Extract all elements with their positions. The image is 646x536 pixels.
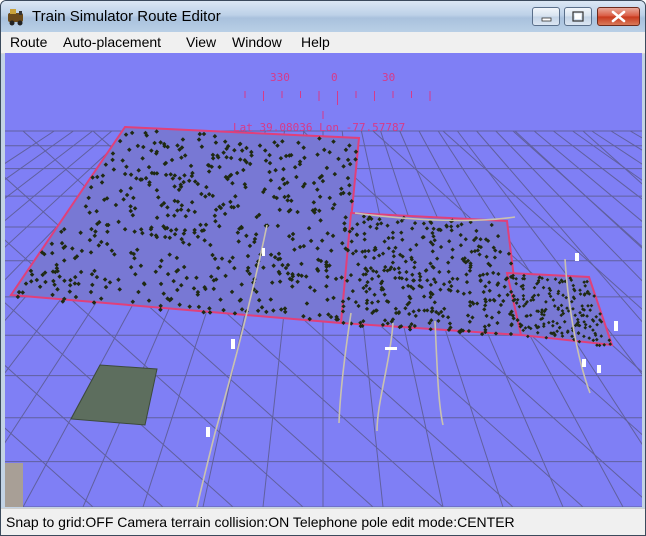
- route-editor-window: Train Simulator Route Editor Route Auto-…: [0, 0, 646, 536]
- compass-tick-330: 330: [270, 71, 290, 84]
- grid-line: [5, 130, 93, 199]
- marker: [262, 248, 265, 256]
- menu-window[interactable]: Window: [232, 34, 282, 50]
- minimize-button[interactable]: [532, 7, 560, 26]
- track-2: [338, 312, 352, 424]
- marker: [582, 359, 586, 367]
- marker: [575, 253, 579, 261]
- menu-bar: Route Auto-placement View Window Help: [1, 32, 645, 54]
- track-4: [434, 320, 444, 426]
- maximize-icon: [572, 11, 584, 22]
- status-bar: Snap to grid:OFF Camera terrain collisio…: [1, 508, 645, 535]
- compass-tick-30: 30: [382, 71, 396, 84]
- menu-help[interactable]: Help: [301, 34, 330, 50]
- menu-route[interactable]: Route: [10, 34, 47, 50]
- marker: [5, 463, 23, 507]
- marker: [231, 339, 235, 349]
- title-bar[interactable]: Train Simulator Route Editor: [1, 1, 645, 32]
- window-title: Train Simulator Route Editor: [32, 8, 221, 25]
- marker: [385, 347, 397, 350]
- grid-line: [5, 427, 94, 507]
- 3d-viewport[interactable]: 330 0 30 Lat 39.08036 Lon -77.57787: [5, 53, 642, 507]
- maximize-button[interactable]: [564, 7, 592, 26]
- close-button[interactable]: [597, 7, 640, 26]
- grid-line: [5, 490, 24, 507]
- marker: [614, 321, 618, 331]
- compass-tick-0: 0: [331, 71, 338, 84]
- track-3: [376, 322, 394, 432]
- train-app-icon: [8, 9, 23, 26]
- status-text: Snap to grid:OFF Camera terrain collisio…: [6, 514, 515, 530]
- close-icon: [611, 10, 626, 23]
- menu-view[interactable]: View: [186, 34, 216, 50]
- menu-auto-placement[interactable]: Auto-placement: [63, 34, 161, 50]
- terrain-tiles: [9, 125, 614, 426]
- coordinate-readout: Lat 39.08036 Lon -77.57787: [233, 121, 406, 134]
- minimize-icon: [541, 17, 552, 22]
- marker: [206, 427, 210, 437]
- marker: [597, 365, 601, 373]
- compass-heading: [244, 91, 431, 119]
